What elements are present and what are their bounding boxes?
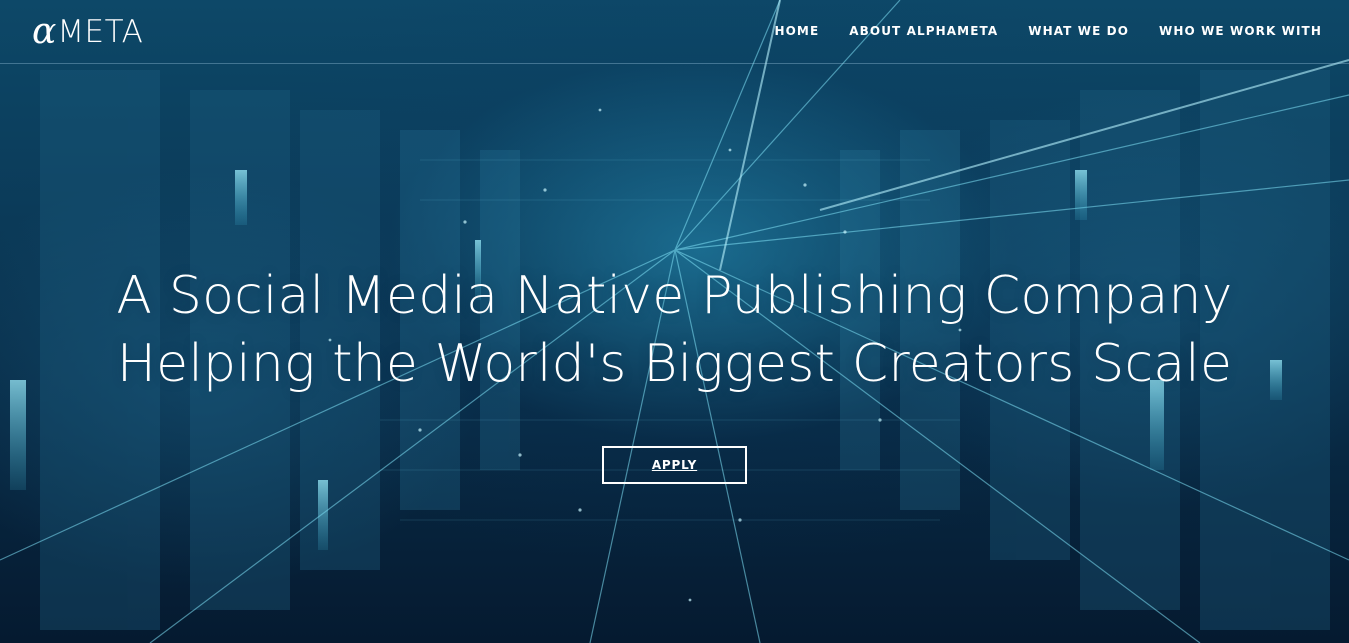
logo-wordmark: META (57, 14, 144, 50)
logo-alpha-symbol: α (32, 11, 57, 52)
hero-section: α META HOME ABOUT ALPHAMETA WHAT WE DO W… (0, 0, 1349, 643)
alphameta-logo[interactable]: α META (32, 11, 144, 52)
hero-headline-line-1: A Social Media Native Publishing Company (116, 266, 1233, 326)
nav-about-alphameta[interactable]: ABOUT ALPHAMETA (849, 22, 998, 40)
hero-headline-line-2: Helping the World's Biggest Creators Sca… (116, 334, 1233, 394)
nav-who-we-work-with[interactable]: WHO WE WORK WITH (1159, 22, 1322, 40)
apply-button[interactable]: APPLY (602, 446, 747, 484)
top-navigation-bar: α META HOME ABOUT ALPHAMETA WHAT WE DO W… (0, 0, 1349, 64)
nav-what-we-do[interactable]: WHAT WE DO (1028, 22, 1129, 40)
hero-headline: A Social Media Native Publishing Company… (0, 262, 1349, 398)
main-nav: HOME ABOUT ALPHAMETA WHAT WE DO WHO WE W… (774, 22, 1322, 40)
nav-home[interactable]: HOME (774, 22, 819, 40)
